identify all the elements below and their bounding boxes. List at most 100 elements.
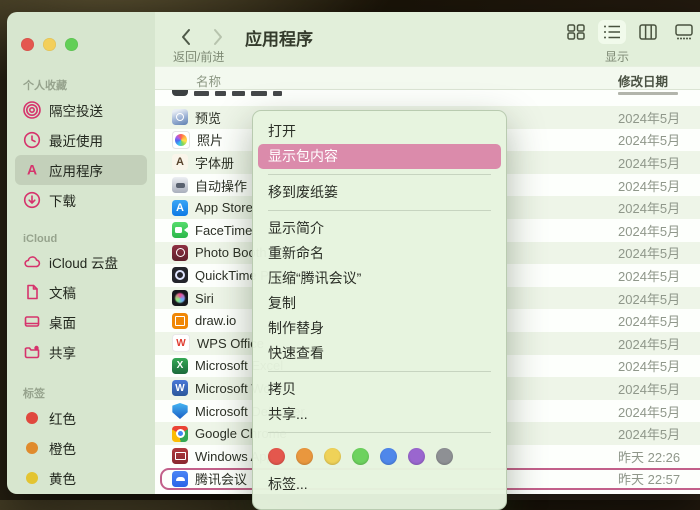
sidebar-item-label: 红色 — [49, 412, 76, 427]
name-column-header[interactable]: 名称 — [196, 71, 221, 90]
icon-view-button[interactable] — [562, 20, 590, 44]
back-button[interactable] — [179, 27, 193, 47]
menu-item[interactable]: 标签... — [258, 472, 501, 497]
photos-app-icon — [172, 130, 190, 149]
table-row[interactable] — [155, 90, 700, 106]
preview-app-icon — [172, 109, 188, 126]
tag-color-dot[interactable] — [380, 448, 397, 465]
menu-item[interactable]: 压缩“腾讯会议” — [258, 266, 501, 291]
clipped-app-icon — [172, 90, 188, 96]
menu-item[interactable]: 重新命名 — [258, 241, 501, 266]
modified-date: 2024年5月 — [618, 178, 681, 194]
desktop-icon — [22, 313, 41, 332]
defender-app-icon — [172, 403, 188, 420]
grid-icon — [567, 24, 585, 40]
tag-color-dot[interactable] — [352, 448, 369, 465]
tag-color-dot[interactable] — [408, 448, 425, 465]
sidebar-item-red-tag[interactable]: 红色 — [15, 403, 147, 433]
facetime-app-icon — [172, 222, 188, 239]
quicktime-app-icon — [172, 267, 188, 284]
cloud-icon — [22, 253, 41, 272]
modified-date: 2024年5月 — [618, 246, 681, 262]
gallery-view-button[interactable] — [670, 20, 698, 44]
toolbar: 返回/前进 应用程序 显示 — [155, 12, 700, 66]
window-title: 应用程序 — [245, 30, 313, 49]
sidebar-item-label: 最近使用 — [49, 134, 103, 149]
sidebar-item-orange-tag[interactable]: 橙色 — [15, 433, 147, 463]
tag-color-dot[interactable] — [324, 448, 341, 465]
sidebar-item-label: 隔空投送 — [49, 104, 103, 119]
tag-color-dot[interactable] — [296, 448, 313, 465]
modified-date: 2024年5月 — [618, 381, 681, 397]
sidebar-item-desktop[interactable]: 桌面 — [15, 307, 147, 337]
columns-icon — [639, 24, 657, 40]
sidebar-item-label: 黄色 — [49, 472, 76, 487]
sidebar-item-label: 文稿 — [49, 286, 76, 301]
siri-app-icon — [172, 290, 188, 307]
back-forward-label: 返回/前进 — [173, 50, 225, 64]
tag-color-dot[interactable] — [268, 448, 285, 465]
menu-item[interactable]: 共享... — [258, 402, 501, 427]
file-name: 字体册 — [195, 155, 235, 171]
sidebar-item-label: 下载 — [49, 194, 76, 209]
sidebar-item-airdrop[interactable]: 隔空投送 — [15, 95, 147, 125]
column-view-button[interactable] — [634, 20, 662, 44]
modified-date: 2024年5月 — [618, 201, 681, 217]
yellow-tag-icon — [22, 469, 41, 488]
menu-item[interactable]: 显示包内容 — [258, 144, 501, 169]
sidebar-item-label: 应用程序 — [49, 164, 103, 179]
gallery-icon — [675, 24, 693, 40]
modified-date: 2024年5月 — [618, 291, 681, 307]
sidebar-item-applications[interactable]: A 应用程序 — [15, 155, 147, 185]
window-controls — [15, 12, 147, 51]
modified-date: 2024年5月 — [618, 427, 681, 443]
menu-item[interactable]: 制作替身 — [258, 316, 501, 341]
minimize-button[interactable] — [43, 38, 56, 51]
chrome-app-icon — [172, 425, 188, 442]
excel-app-icon — [172, 357, 188, 374]
forward-button[interactable] — [211, 27, 225, 47]
modified-date: 昨天 22:57 — [618, 472, 681, 488]
photobooth-app-icon — [172, 244, 188, 261]
menu-item[interactable]: 移到废纸篓 — [258, 180, 501, 205]
sidebar-item-cloud[interactable]: iCloud 云盘 — [15, 247, 147, 277]
word-app-icon — [172, 380, 188, 397]
menu-item[interactable]: 复制 — [258, 291, 501, 316]
list-view-button[interactable] — [598, 20, 626, 44]
modified-date: 2024年5月 — [618, 359, 681, 375]
zoom-button[interactable] — [65, 38, 78, 51]
menu-item[interactable]: 快速查看 — [258, 341, 501, 366]
modified-date: 2024年5月 — [618, 110, 681, 126]
view-switcher — [562, 20, 698, 44]
airdrop-icon — [22, 101, 41, 120]
sidebar-section-header: 个人收藏 — [23, 80, 67, 92]
file-name: 自动操作 — [195, 178, 248, 194]
download-icon — [22, 191, 41, 210]
sidebar-item-yellow-tag[interactable]: 黄色 — [15, 463, 147, 493]
orange-tag-icon — [22, 439, 41, 458]
sidebar-item-clock[interactable]: 最近使用 — [15, 125, 147, 155]
display-label: 显示 — [605, 50, 630, 64]
drawio-app-icon — [172, 312, 188, 329]
modified-date: 2024年5月 — [618, 404, 681, 420]
tag-color-row — [253, 438, 506, 472]
red-tag-icon — [22, 409, 41, 428]
windowsapp-app-icon — [172, 448, 188, 465]
modified-date: 昨天 22:26 — [618, 449, 681, 465]
file-name: 预览 — [195, 110, 222, 126]
sidebar-sections: 个人收藏 隔空投送 最近使用 A 应用程序 下载 iCloud iCloud 云盘 文稿 桌面 共享… — [15, 77, 147, 493]
tag-color-dot[interactable] — [436, 448, 453, 465]
sidebar-item-shared-folder[interactable]: 共享 — [15, 337, 147, 367]
sidebar-item-document[interactable]: 文稿 — [15, 277, 147, 307]
menu-item[interactable]: 打开 — [258, 119, 501, 144]
sidebar-item-download[interactable]: 下载 — [15, 185, 147, 215]
menu-item[interactable]: 显示简介 — [258, 216, 501, 241]
sidebar-item-label: 橙色 — [49, 442, 76, 457]
menu-item[interactable]: 拷贝 — [258, 377, 501, 402]
close-button[interactable] — [21, 38, 34, 51]
shared-folder-icon — [22, 343, 41, 362]
list-header: 名称 修改日期 — [155, 66, 700, 90]
context-menu: 打开 显示包内容移到废纸篓显示简介 重新命名 压缩“腾讯会议” 复制 制作替身 快速查看拷贝… — [252, 110, 507, 510]
date-column-header[interactable]: 修改日期 — [618, 71, 668, 90]
tencent-meeting-app-icon — [172, 470, 188, 487]
